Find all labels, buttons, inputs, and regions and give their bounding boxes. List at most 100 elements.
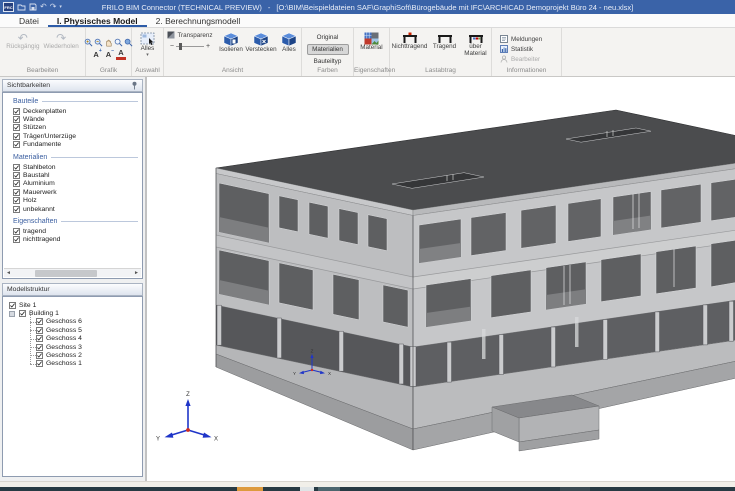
- color-materialien-button[interactable]: Materialien: [307, 44, 349, 55]
- tab-berechnungsmodell[interactable]: 2. Berechnungsmodell: [147, 14, 250, 27]
- visibility-item[interactable]: unbekannt: [3, 205, 142, 213]
- slider-minus-icon[interactable]: −: [170, 43, 174, 50]
- slider-plus-icon[interactable]: +: [206, 43, 210, 50]
- taskbar-app-segment[interactable]: [300, 487, 314, 491]
- tab-physisches-model[interactable]: I. Physisches Model: [48, 14, 147, 27]
- checkbox-checked-icon[interactable]: [36, 344, 43, 351]
- modellstruktur-panel-header: Modellstruktur: [2, 283, 143, 296]
- transparency-slider[interactable]: − +: [170, 43, 210, 50]
- building-model[interactable]: [216, 110, 735, 451]
- visibility-item[interactable]: Holz: [3, 197, 142, 205]
- visibility-item[interactable]: Stützen: [3, 124, 142, 132]
- tree-connector: [30, 339, 36, 340]
- checkbox-checked-icon[interactable]: [13, 189, 20, 196]
- visibility-item[interactable]: Aluminium: [3, 180, 142, 188]
- visibility-item[interactable]: nichttragend: [3, 236, 142, 244]
- select-all-button[interactable]: Alles ▾: [138, 31, 158, 67]
- show-all-button[interactable]: Alles: [277, 31, 301, 67]
- pin-icon[interactable]: [131, 81, 138, 90]
- bearbeiter-label: Bearbeiter: [511, 56, 540, 63]
- zoom-out-icon[interactable]: [94, 38, 103, 47]
- checkbox-checked-icon[interactable]: [19, 310, 26, 317]
- checkbox-checked-icon[interactable]: [36, 327, 43, 334]
- font-increase-icon[interactable]: A+: [91, 50, 100, 59]
- scroll-left-icon[interactable]: ◄: [4, 270, 13, 276]
- visibility-item[interactable]: Baustahl: [3, 171, 142, 179]
- tree-item-site[interactable]: Site 1: [3, 301, 142, 309]
- tragend-button[interactable]: Tragend: [431, 31, 459, 67]
- horizontal-scrollbar[interactable]: ◄ ►: [4, 268, 141, 277]
- tab-datei[interactable]: Datei: [10, 14, 48, 27]
- visibility-item[interactable]: Wände: [3, 115, 142, 123]
- hide-button[interactable]: Verstecken: [246, 31, 276, 67]
- model-viewport[interactable]: Z X Y Z X Y: [147, 77, 735, 481]
- checkbox-checked-icon[interactable]: [13, 116, 20, 123]
- color-bauteiltyp-button[interactable]: Bauteiltyp: [307, 56, 349, 67]
- color-original-button[interactable]: Original: [307, 32, 349, 43]
- checkbox-checked-icon[interactable]: [13, 236, 20, 243]
- font-color-icon[interactable]: A: [116, 49, 125, 60]
- taskbar-app-segment[interactable]: [237, 487, 263, 491]
- checkbox-checked-icon[interactable]: [13, 197, 20, 204]
- tree-item-floor[interactable]: Geschoss 2: [3, 351, 142, 359]
- statistik-button[interactable]: Statistik: [500, 45, 533, 53]
- document-path: [O:\BIM\Beispieldateien SAF\GraphiSoft\B…: [273, 3, 636, 12]
- visibility-item[interactable]: Deckenplatten: [3, 107, 142, 115]
- checkbox-checked-icon[interactable]: [13, 164, 20, 171]
- left-sidebar: Sichtbarkeiten Bauteile Deckenplatten Wä…: [0, 77, 145, 481]
- slider-thumb[interactable]: [179, 43, 182, 50]
- checkbox-checked-icon[interactable]: [13, 141, 20, 148]
- checkbox-checked-icon[interactable]: [36, 352, 43, 359]
- checkbox-checked-icon[interactable]: [13, 108, 20, 115]
- visibility-item[interactable]: Fundamente: [3, 141, 142, 149]
- tree-item-floor[interactable]: Geschoss 5: [3, 326, 142, 334]
- checkbox-checked-icon[interactable]: [9, 302, 16, 309]
- nichttragend-button[interactable]: Nichttragend: [391, 31, 429, 67]
- redo-button[interactable]: ↷ Wiederholen: [41, 31, 80, 67]
- checkbox-checked-icon[interactable]: [13, 180, 20, 187]
- meldungen-button[interactable]: Meldungen: [500, 35, 542, 43]
- scroll-right-icon[interactable]: ►: [132, 270, 141, 276]
- statistik-icon: [500, 45, 508, 53]
- checkbox-checked-icon[interactable]: [13, 133, 20, 140]
- scrollbar-thumb[interactable]: [35, 270, 97, 277]
- material-button[interactable]: Material: [358, 31, 384, 67]
- checkbox-checked-icon[interactable]: [13, 228, 20, 235]
- checkbox-checked-icon[interactable]: [13, 206, 20, 213]
- building-3d-view[interactable]: Z X Y Z X Y: [147, 77, 735, 481]
- tree-item-floor[interactable]: Geschoss 4: [3, 335, 142, 343]
- ueber-material-button[interactable]: über Material: [461, 31, 491, 67]
- ribbon: ↶ Rückgängig ↷ Wiederholen Bearbeiten A+…: [0, 28, 735, 77]
- tree-connector: [30, 330, 36, 331]
- cube-hide-icon: [253, 32, 269, 47]
- zoom-window-icon[interactable]: [114, 38, 123, 47]
- tree-item-floor[interactable]: Geschoss 6: [3, 318, 142, 326]
- font-decrease-icon[interactable]: A−: [104, 50, 113, 59]
- scrollbar-track[interactable]: [13, 270, 132, 277]
- group-farben: Original Materialien Bauteiltyp Farben: [302, 28, 354, 76]
- collapse-icon[interactable]: [9, 311, 15, 317]
- checkbox-checked-icon[interactable]: [36, 335, 43, 342]
- pan-hand-icon[interactable]: [104, 38, 113, 47]
- axis-z-label: Z: [186, 392, 190, 398]
- tree-item-floor[interactable]: Geschoss 1: [3, 360, 142, 368]
- checkbox-checked-icon[interactable]: [13, 124, 20, 131]
- tree-connector: [30, 355, 36, 356]
- visibility-item[interactable]: Stahlbeton: [3, 163, 142, 171]
- bearbeiter-button[interactable]: Bearbeiter: [500, 55, 540, 63]
- checkbox-checked-icon[interactable]: [36, 318, 43, 325]
- visibility-item[interactable]: tragend: [3, 227, 142, 235]
- visibility-item[interactable]: Träger/Unterzüge: [3, 132, 142, 140]
- taskbar-app-segment[interactable]: [560, 487, 590, 491]
- isolate-button[interactable]: Isolieren: [217, 31, 245, 67]
- checkbox-checked-icon[interactable]: [13, 172, 20, 179]
- taskbar-app-segment[interactable]: [318, 487, 340, 491]
- select-all-caret-icon: ▾: [146, 53, 149, 57]
- undo-button[interactable]: ↶ Rückgängig: [4, 31, 41, 67]
- tree-item-building[interactable]: Building 1: [3, 309, 142, 317]
- tree-item-floor[interactable]: Geschoss 3: [3, 343, 142, 351]
- zoom-in-icon[interactable]: [84, 38, 93, 47]
- slider-track[interactable]: [176, 46, 204, 47]
- visibility-item[interactable]: Mauerwerk: [3, 188, 142, 196]
- checkbox-checked-icon[interactable]: [36, 360, 43, 367]
